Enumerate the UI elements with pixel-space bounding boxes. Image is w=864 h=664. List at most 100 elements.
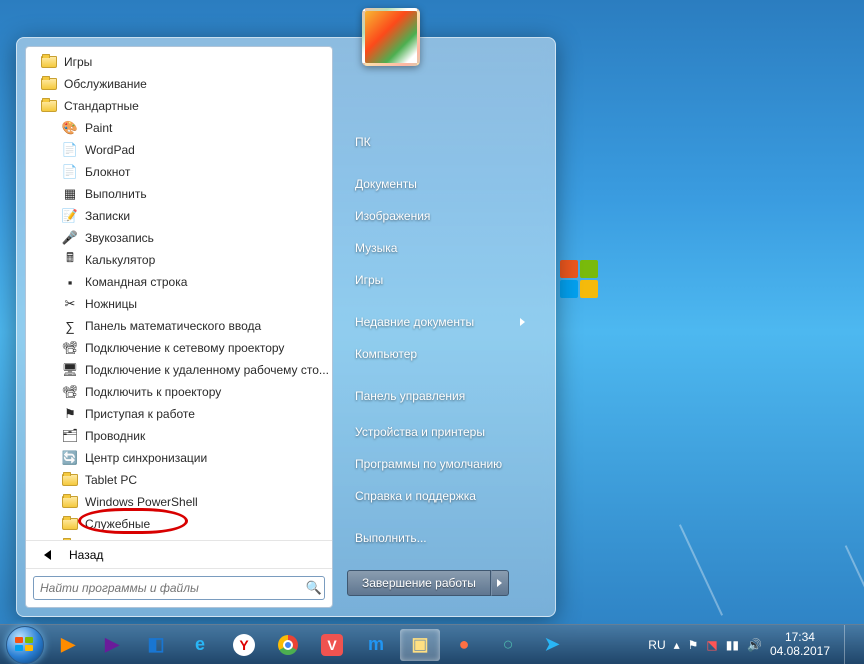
program-label: WordPad [85, 143, 135, 157]
program-label: Панель математического ввода [85, 319, 261, 333]
chrome-icon [278, 635, 298, 655]
tray-network-icon[interactable]: ▮▮ [726, 638, 739, 652]
right-pane-item[interactable]: Компьютер [347, 338, 533, 370]
program-item[interactable]: ✂ Ножницы [26, 293, 332, 315]
back-label: Назад [69, 548, 103, 562]
program-item[interactable]: 🖩Калькулятор [26, 249, 332, 271]
right-pane-item[interactable]: Документы [347, 168, 533, 200]
right-pane-label: Выполнить... [355, 531, 427, 545]
notes-icon: 📝 [61, 207, 79, 225]
tray-speaker-icon[interactable]: 🔊 [747, 638, 762, 652]
chevron-right-icon [497, 579, 502, 587]
run-icon: ▦ [61, 185, 79, 203]
cmd-icon: ▪ [61, 273, 79, 291]
start-menu: ИгрыОбслуживаниеСтандартные🎨Paint📄WordPa… [16, 37, 556, 617]
right-pane-item[interactable]: Выполнить... [347, 522, 533, 554]
program-label: Ножницы [85, 297, 137, 311]
wordpad-icon: 📄 [61, 141, 79, 159]
folder-icon [40, 97, 58, 115]
right-pane-item[interactable]: Справка и поддержка [347, 480, 533, 512]
shutdown-button[interactable]: Завершение работы [347, 570, 491, 596]
taskbar-vivaldi[interactable]: V [312, 629, 352, 661]
program-item[interactable]: 📄 WordPad [26, 139, 332, 161]
media-player-icon: ▶ [61, 634, 75, 655]
program-label: Подключение к удаленному рабочему сто... [85, 363, 329, 377]
program-label: Калькулятор [85, 253, 155, 267]
back-arrow-icon [44, 550, 51, 560]
program-item[interactable]: Стандартные [26, 95, 332, 117]
search-input[interactable] [34, 581, 304, 595]
program-item[interactable]: 🗂Проводник [26, 425, 332, 447]
search-row: 🔍 [26, 568, 332, 607]
clock-date: 04.08.2017 [770, 645, 830, 659]
taskbar-media-player[interactable]: ▶ [48, 629, 88, 661]
taskbar-chrome[interactable] [268, 629, 308, 661]
program-item[interactable]: Tablet PC [26, 469, 332, 491]
show-desktop-button[interactable] [844, 625, 854, 664]
start-button[interactable] [6, 626, 44, 664]
program-item[interactable]: 📽Подключение к сетевому проектору [26, 337, 332, 359]
tray-flag-icon[interactable]: ⚑ [688, 638, 699, 652]
program-item[interactable]: ▦Выполнить [26, 183, 332, 205]
tray-clock[interactable]: 17:34 04.08.2017 [770, 631, 830, 659]
shutdown-options-button[interactable] [491, 570, 509, 596]
taskbar-firefox[interactable]: ● [444, 629, 484, 661]
right-pane-item[interactable]: Программы по умолчанию [347, 448, 533, 480]
taskbar-maxthon[interactable]: m [356, 629, 396, 661]
program-item[interactable]: 📄Блокнот [26, 161, 332, 183]
back-button[interactable]: Назад [26, 540, 332, 568]
program-item[interactable]: 📝 Записки [26, 205, 332, 227]
program-label: Подключить к проектору [85, 385, 221, 399]
system-tray: RU ▴ ⚑ ⬔ ▮▮ 🔊 17:34 04.08.2017 [648, 625, 858, 664]
program-item[interactable]: Служебные [26, 513, 332, 535]
right-pane-label: Недавние документы [355, 315, 474, 329]
yandex-icon: Y [233, 634, 255, 656]
taskbar-app-generic[interactable]: ◧ [136, 629, 176, 661]
right-pane-item[interactable]: Устройства и принтеры [347, 416, 533, 448]
right-pane-item[interactable]: Музыка [347, 232, 533, 264]
right-pane-item[interactable]: Панель управления [347, 380, 533, 412]
right-pane-item[interactable]: Недавние документы [347, 306, 533, 338]
program-item[interactable]: ▪Командная строка [26, 271, 332, 293]
right-pane-item[interactable]: Игры [347, 264, 533, 296]
notepad-icon: 📄 [61, 163, 79, 181]
tray-shield-icon[interactable]: ⬔ [706, 638, 717, 652]
program-label: Записки [85, 209, 130, 223]
taskbar-app-circle[interactable]: ○ [488, 629, 528, 661]
snip-icon: ✂ [61, 295, 79, 313]
programs-list[interactable]: ИгрыОбслуживаниеСтандартные🎨Paint 📄 WordPa… [26, 47, 332, 540]
program-item[interactable]: 🔄 Центр синхронизации [26, 447, 332, 469]
program-label: Центр синхронизации [85, 451, 207, 465]
tray-up-icon[interactable]: ▴ [674, 638, 680, 652]
program-item[interactable]: Специальные возможности [26, 535, 332, 540]
right-pane-label: Игры [355, 273, 383, 287]
sync-icon: 🔄 [61, 449, 79, 467]
program-item[interactable]: 🖥Подключение к удаленному рабочему сто..… [26, 359, 332, 381]
right-pane-item[interactable]: ПК [347, 126, 533, 158]
search-box[interactable]: 🔍 [33, 576, 325, 600]
tray-lang[interactable]: RU [648, 638, 665, 652]
program-item[interactable]: Windows PowerShell [26, 491, 332, 513]
vivaldi-icon: V [321, 634, 343, 656]
taskbar-explorer[interactable]: ▣ [400, 629, 440, 661]
right-pane-item[interactable]: Изображения [347, 200, 533, 232]
program-item[interactable]: Игры [26, 51, 332, 73]
program-item[interactable]: ∑Панель математического ввода [26, 315, 332, 337]
program-item[interactable]: Обслуживание [26, 73, 332, 95]
user-picture[interactable] [362, 8, 420, 66]
program-label: Проводник [85, 429, 145, 443]
start-menu-left-pane: ИгрыОбслуживаниеСтандартные🎨Paint 📄 WordPa… [25, 46, 333, 608]
taskbar-yandex[interactable]: Y [224, 629, 264, 661]
taskbar-play-app[interactable]: ▶ [92, 629, 132, 661]
program-item[interactable]: ⚑Приступая к работе [26, 403, 332, 425]
firefox-icon: ● [459, 634, 470, 655]
program-item[interactable]: 🎨Paint [26, 117, 332, 139]
program-label: Специальные возможности [85, 539, 238, 540]
ie-icon: e [195, 634, 205, 655]
taskbar-telegram[interactable]: ➤ [532, 629, 572, 661]
taskbar-ie[interactable]: e [180, 629, 220, 661]
program-item[interactable]: 📽Подключить к проектору [26, 381, 332, 403]
app-circle-icon: ○ [503, 634, 514, 655]
program-item[interactable]: 🎤Звукозапись [26, 227, 332, 249]
taskbar: ▶▶◧eYVm▣●○➤ RU ▴ ⚑ ⬔ ▮▮ 🔊 17:34 04.08.20… [0, 624, 864, 664]
